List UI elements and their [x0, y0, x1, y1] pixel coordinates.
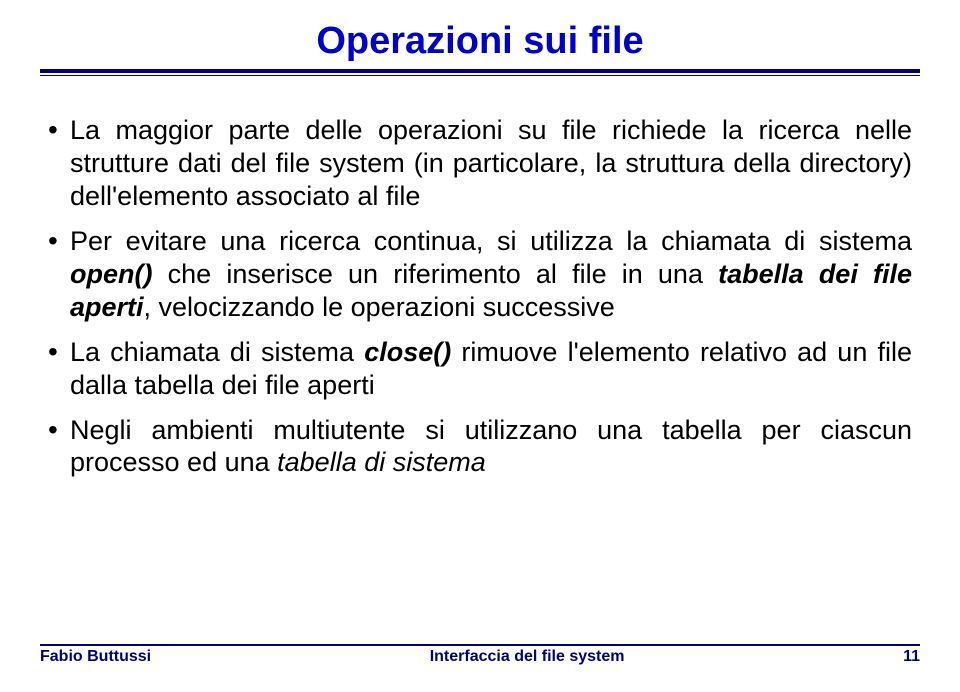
bullet-item: • La chiamata di sistema close() rimuove…	[48, 336, 912, 402]
bullet-text: Per evitare una ricerca continua, si uti…	[70, 225, 912, 324]
underline-thin	[40, 75, 920, 76]
footer-row: Fabio Buttussi Interfaccia del file syst…	[40, 648, 920, 666]
bullet-dot-icon: •	[48, 225, 70, 257]
slide-title: Operazioni sui file	[40, 20, 920, 63]
underline-thick	[40, 69, 920, 73]
bullet-item: • Negli ambienti multiutente si utilizza…	[48, 414, 912, 480]
bullet-text: Negli ambienti multiutente si utilizzano…	[70, 414, 912, 480]
footer-title: Interfaccia del file system	[151, 648, 903, 666]
slide-page: Operazioni sui file • La maggior parte d…	[0, 0, 960, 692]
bullet-item: • La maggior parte delle operazioni su f…	[48, 114, 912, 213]
bullet-item: • Per evitare una ricerca continua, si u…	[48, 225, 912, 324]
footer-author: Fabio Buttussi	[40, 648, 151, 666]
bullet-text: La chiamata di sistema close() rimuove l…	[70, 336, 912, 402]
bullet-text: La maggior parte delle operazioni su fil…	[70, 114, 912, 213]
slide-content: • La maggior parte delle operazioni su f…	[40, 114, 920, 479]
bullet-dot-icon: •	[48, 114, 70, 146]
bullet-dot-icon: •	[48, 336, 70, 368]
slide-footer: Fabio Buttussi Interfaccia del file syst…	[40, 644, 920, 666]
footer-page-number: 11	[903, 648, 920, 666]
footer-line	[40, 644, 920, 646]
title-underline	[40, 69, 920, 76]
bullet-dot-icon: •	[48, 414, 70, 446]
